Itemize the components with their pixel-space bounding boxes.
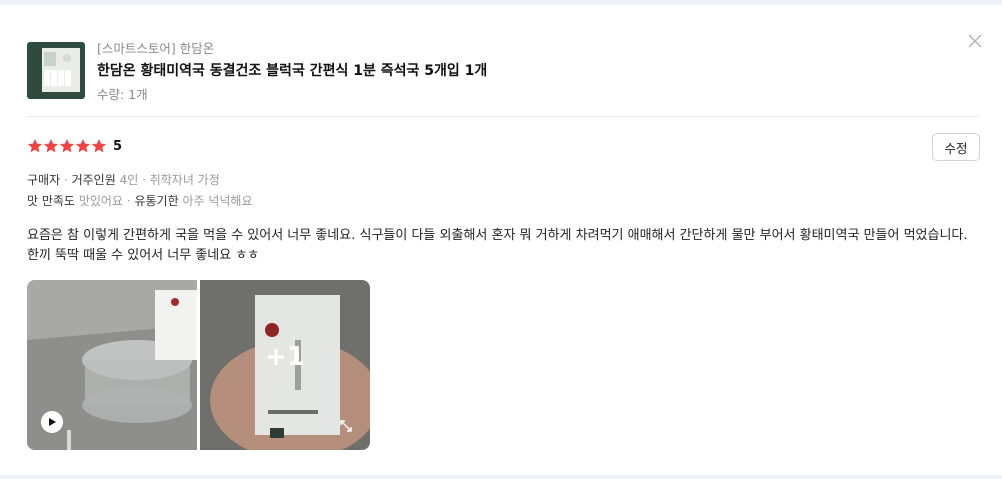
star-rating <box>27 138 107 154</box>
buyer-label: 구매자 <box>27 173 61 187</box>
more-photos-count: +1 <box>265 342 305 372</box>
divider <box>27 116 979 117</box>
review-card: [스마트스토어] 한담온 한담온 황태미역국 동결건조 블럭국 간편식 1분 즉… <box>0 5 1002 475</box>
play-icon[interactable] <box>41 411 63 433</box>
review-attributes: 맛 만족도 맛있어요 · 유통기한 아주 넉넉해요 <box>27 194 253 208</box>
close-icon[interactable] <box>966 32 984 50</box>
review-video-thumbnail[interactable] <box>27 280 197 450</box>
review-photo-thumbnail[interactable]: +1 <box>200 280 370 450</box>
product-thumbnail[interactable] <box>27 42 85 99</box>
star-icon <box>60 139 74 153</box>
household-value: 4인 · 취학자녀 가정 <box>119 173 220 187</box>
quantity-label: 수량: 1개 <box>97 87 148 102</box>
reviewer-info: 구매자 · 거주인원 4인 · 취학자녀 가정 <box>27 173 220 187</box>
edit-button[interactable]: 수정 <box>932 133 980 161</box>
taste-key: 맛 만족도 <box>27 194 75 208</box>
rating-value: 5 <box>113 139 123 154</box>
household-key: 거주인원 <box>71 173 116 187</box>
star-icon <box>92 139 106 153</box>
taste-value: 맛있어요 <box>78 194 123 208</box>
star-icon <box>44 139 58 153</box>
expand-icon[interactable] <box>338 418 354 434</box>
expiry-key: 유통기한 <box>134 194 179 208</box>
star-icon <box>28 139 42 153</box>
product-title[interactable]: 한담온 황태미역국 동결건조 블럭국 간편식 1분 즉석국 5개입 1개 <box>97 60 487 80</box>
review-text: 요즘은 참 이렇게 간편하게 국을 먹을 수 있어서 너무 좋네요. 식구들이 … <box>27 228 968 263</box>
store-name[interactable]: [스마트스토어] 한담온 <box>97 38 214 57</box>
expiry-value: 아주 넉넉해요 <box>182 194 253 208</box>
star-icon <box>76 139 90 153</box>
